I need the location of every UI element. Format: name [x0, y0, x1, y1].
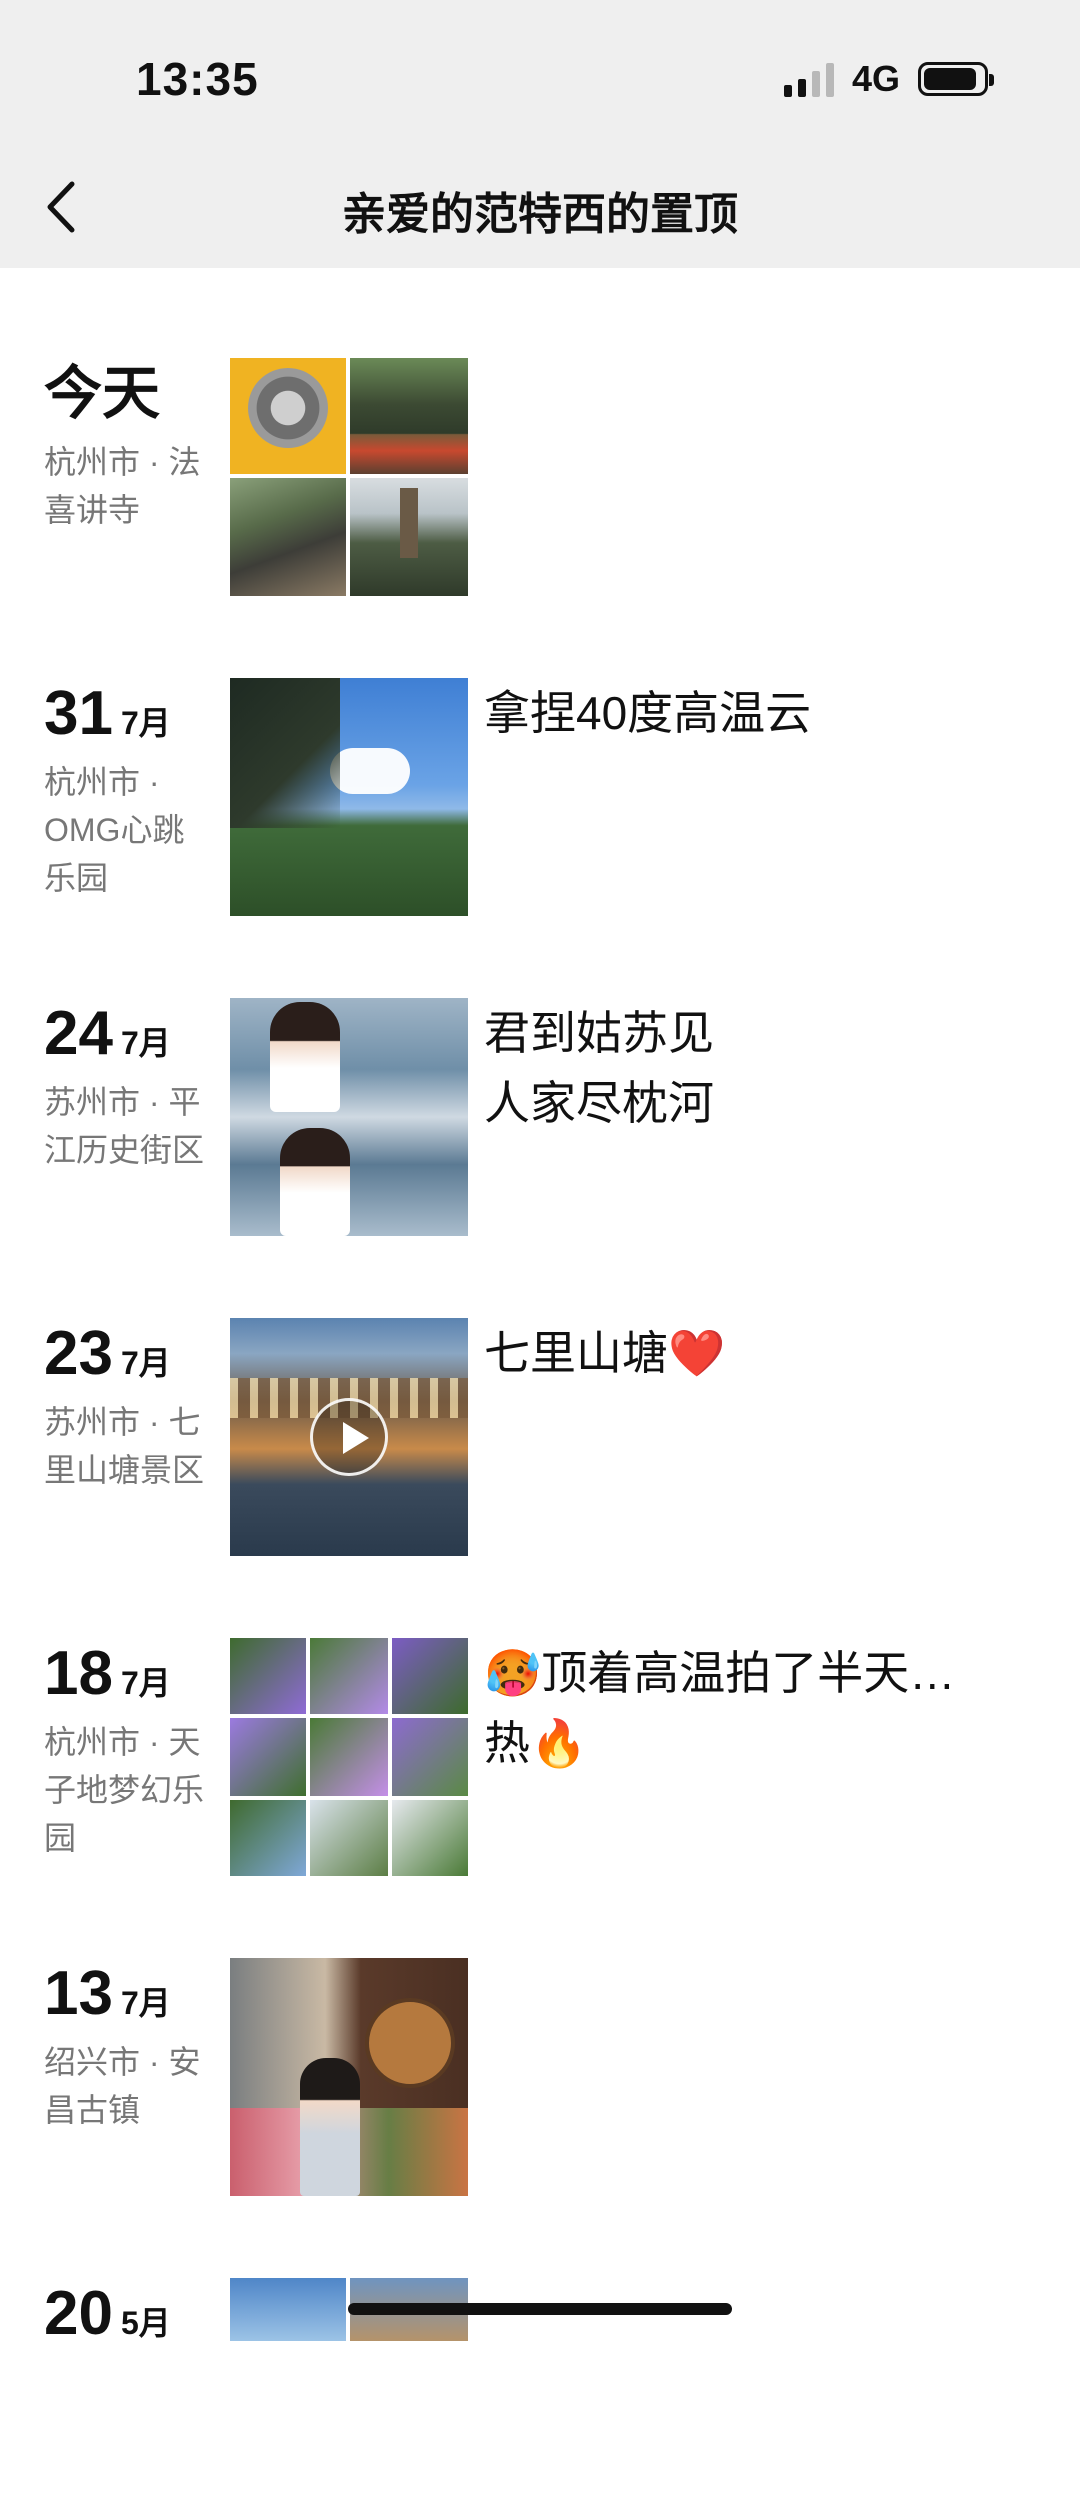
battery-icon	[918, 62, 994, 96]
entry-date: 今天	[44, 358, 160, 430]
entry-month: 7月	[120, 1345, 171, 1381]
top-bar: 13:35 4G 亲爱的范特西的置顶	[0, 0, 1080, 268]
status-indicators: 4G	[783, 58, 994, 100]
entry-location: 绍兴市 · 安昌古镇	[44, 2044, 201, 2128]
signal-icon	[783, 61, 834, 97]
photo-thumbnail[interactable]	[230, 358, 468, 596]
entry-month: 7月	[120, 1985, 171, 2021]
photo-thumbnail[interactable]	[230, 1958, 468, 2196]
entry-location: 杭州市 · 天子地梦幻乐园	[44, 1724, 205, 1856]
photo-thumbnail[interactable]	[230, 678, 468, 916]
entry-day: 13	[44, 1959, 113, 2028]
list-item[interactable]: 13 7月 绍兴市 · 安昌古镇	[0, 1958, 1080, 2198]
entry-location: 杭州市 · OMG心跳乐园	[44, 764, 185, 896]
photo-thumbnail[interactable]	[230, 1638, 468, 1876]
entry-day: 今天	[44, 361, 161, 426]
video-thumbnail[interactable]	[230, 1318, 468, 1556]
entry-location: 杭州市 · 法喜讲寺	[44, 444, 201, 528]
entry-date: 20 5月	[44, 2278, 171, 2359]
entry-month: 7月	[120, 705, 171, 741]
page-title: 亲爱的范特西的置顶	[342, 190, 738, 239]
entry-date: 31 7月	[44, 678, 171, 759]
entry-month: 7月	[120, 1025, 171, 1061]
entry-caption: 拿捏40度高温云	[484, 687, 812, 739]
list-item[interactable]: 18 7月 杭州市 · 天子地梦幻乐园 🥵顶着高温拍了半天… 热🔥	[0, 1638, 1080, 1878]
list-item[interactable]: 24 7月 苏州市 · 平江历史街区 君到姑苏见 人家尽枕河	[0, 998, 1080, 1238]
play-icon[interactable]	[310, 1398, 388, 1476]
entry-location: 苏州市 · 七里山塘景区	[44, 1404, 205, 1488]
entry-day: 20	[44, 2279, 113, 2348]
entry-day: 24	[44, 999, 113, 1068]
list-item[interactable]: 今天 杭州市 · 法喜讲寺	[0, 358, 1080, 598]
entry-month: 7月	[120, 1665, 171, 1701]
entry-caption: 君到姑苏见 人家尽枕河	[484, 1007, 714, 1129]
entry-day: 31	[44, 679, 113, 748]
status-time: 13:35	[136, 53, 259, 105]
home-indicator[interactable]	[348, 2303, 732, 2315]
photo-thumbnail[interactable]	[230, 998, 468, 1236]
entry-month: 5月	[120, 2305, 171, 2341]
list-item[interactable]: 31 7月 杭州市 · OMG心跳乐园 拿捏40度高温云	[0, 678, 1080, 918]
entry-date: 13 7月	[44, 1958, 171, 2039]
entry-day: 18	[44, 1639, 113, 1708]
entry-date: 23 7月	[44, 1318, 171, 1399]
network-type: 4G	[851, 58, 900, 99]
entry-date: 18 7月	[44, 1638, 171, 1719]
list-item[interactable]: 23 7月 苏州市 · 七里山塘景区 七里山塘❤️	[0, 1318, 1080, 1558]
entry-caption: 🥵顶着高温拍了半天… 热🔥	[484, 1647, 956, 1769]
entry-day: 23	[44, 1319, 113, 1388]
entry-date: 24 7月	[44, 998, 171, 1079]
entry-location: 苏州市 · 平江历史街区	[44, 1084, 205, 1168]
entry-caption: 七里山塘❤️	[484, 1327, 726, 1379]
